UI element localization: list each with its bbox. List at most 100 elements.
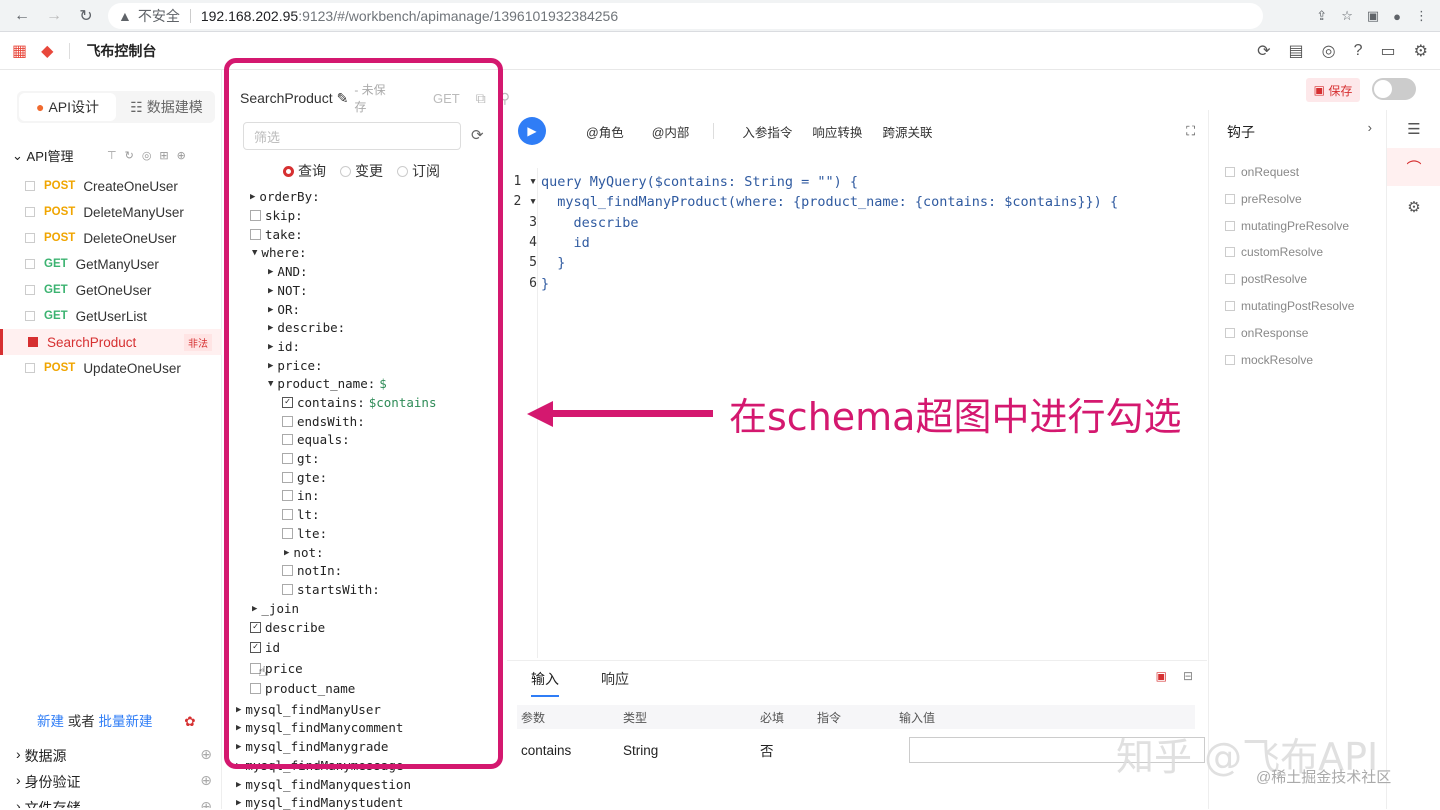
internal-button[interactable]: @内部 <box>652 122 690 141</box>
hook-label: onRequest <box>1241 165 1300 179</box>
col-directive: 指令 <box>817 710 842 725</box>
param-name: contains <box>521 742 572 758</box>
chevron-right-icon: › <box>16 772 21 788</box>
hook-label: postResolve <box>1241 272 1308 287</box>
clear-icon[interactable]: ▣ <box>1156 669 1167 683</box>
share-icon[interactable]: ⇪ <box>1316 8 1327 24</box>
line-number: 5 <box>529 255 537 271</box>
tree-node-label: mysql_findManyquestion <box>245 777 411 792</box>
param-type: String <box>623 742 659 758</box>
hook-item[interactable]: preResolve <box>1225 192 1302 206</box>
hook-label: mutatingPostResolve <box>1241 299 1355 313</box>
code-line: describe <box>541 214 639 231</box>
tab-input[interactable]: 输入 <box>531 669 559 697</box>
param-required: 否 <box>760 744 774 759</box>
bottom-tabs: 输入 响应 <box>531 669 629 697</box>
more-icon[interactable]: ⋮ <box>1415 8 1428 24</box>
help-icon[interactable]: ? <box>1354 42 1363 60</box>
col-param: 参数 <box>521 710 546 725</box>
collapse-icon[interactable]: ⊟ <box>1183 669 1193 683</box>
file-section[interactable]: › 文件存储 ⊕ <box>16 798 212 808</box>
caret-right-icon[interactable]: ▶ <box>236 798 241 808</box>
bottom-panel: 输入 响应 ▣ ⊟ 参数 类型 必填 指令 输入值 contains Strin… <box>507 660 1207 809</box>
code-line: query MyQuery($contains: String = "") { <box>541 174 858 190</box>
hook-checkbox-icon <box>1225 327 1235 338</box>
hook-checkbox-icon <box>1225 220 1235 231</box>
auth-label: 身份验证 <box>24 774 81 790</box>
table-row: contains String 否 <box>517 737 1205 763</box>
github-icon[interactable]: ◎ <box>1322 41 1336 61</box>
tree-node[interactable]: ▶ mysql_findManyquestion <box>236 777 411 792</box>
chevron-right-icon: › <box>16 798 21 808</box>
hook-label: onResponse <box>1241 325 1309 340</box>
enable-toggle[interactable] <box>1372 78 1416 100</box>
hook-label: customResolve <box>1241 245 1324 260</box>
hook-checkbox-icon <box>1225 274 1235 285</box>
line-number: 4 <box>529 234 537 250</box>
caret-right-icon[interactable]: ▶ <box>236 780 241 790</box>
hook-item[interactable]: mockResolve <box>1225 353 1313 367</box>
sidebar-icon[interactable]: ▣ <box>1367 8 1379 24</box>
bookmark-star-icon[interactable]: ☆ <box>1341 8 1353 24</box>
arrow-head-icon <box>527 400 553 427</box>
code-line: } <box>541 255 566 272</box>
watermark-2: @稀土掘金技术社区 <box>1256 769 1392 786</box>
code-line: } <box>541 275 550 292</box>
arrow-line <box>553 410 713 417</box>
sync-icon[interactable]: ⟳ <box>1257 41 1270 61</box>
settings-icon[interactable]: ⚙ <box>1414 41 1428 61</box>
tab-response[interactable]: 响应 <box>601 669 629 697</box>
toggle-knob <box>1374 80 1392 98</box>
url-path: :9123/#/workbench/apimanage/139610193238… <box>298 8 619 24</box>
tree-node[interactable]: ▶ mysql_findManystudent <box>236 795 403 810</box>
auth-section[interactable]: › 身份验证 ⊕ <box>16 772 212 792</box>
hook-checkbox-icon <box>1225 301 1235 311</box>
toolbar-divider <box>713 123 715 139</box>
hooks-title: 钩子 <box>1227 124 1255 140</box>
cross-source-button[interactable]: 跨源关联 <box>882 122 932 141</box>
code-line: id <box>541 234 590 251</box>
add-auth-icon[interactable]: ⊕ <box>200 772 212 792</box>
datasource-section[interactable]: › 数据源 ⊕ <box>16 746 212 766</box>
response-transform-button[interactable]: 响应转换 <box>812 122 862 141</box>
hook-item[interactable]: onResponse <box>1225 326 1308 340</box>
rail-settings-icon[interactable]: ⚙ <box>1387 188 1440 226</box>
cursor-hand-icon: ☝ <box>258 663 267 679</box>
code-line: mysql_findManyProduct(where: {product_na… <box>541 194 1119 211</box>
col-required: 必填 <box>760 710 785 725</box>
run-icon[interactable]: ▶ <box>518 117 546 145</box>
hook-item[interactable]: postResolve <box>1225 272 1307 286</box>
hook-item[interactable]: mutatingPostResolve <box>1225 299 1354 313</box>
hook-item[interactable]: onRequest <box>1225 165 1299 179</box>
rail-hooks-icon[interactable]: ⌒ <box>1387 148 1440 186</box>
line-number: 6 <box>529 275 537 291</box>
role-button[interactable]: @角色 <box>586 122 624 141</box>
col-value: 输入值 <box>899 710 936 725</box>
add-datasource-icon[interactable]: ⊕ <box>200 746 212 766</box>
col-type: 类型 <box>623 710 648 725</box>
chevron-right-icon: › <box>16 746 21 762</box>
hooks-panel: 钩子 › onRequest preResolve mutatingPreResol… <box>1208 110 1386 809</box>
input-directive-button[interactable]: 入参指令 <box>742 122 792 141</box>
hook-label: mockResolve <box>1241 352 1314 367</box>
save-icon: ▣ <box>1313 83 1325 97</box>
hook-item[interactable]: mutatingPreResolve <box>1225 219 1349 233</box>
hook-label: mutatingPreResolve <box>1241 218 1350 233</box>
hook-checkbox-icon <box>1225 167 1235 177</box>
hook-item[interactable]: customResolve <box>1225 245 1323 259</box>
doc-icon[interactable]: ▤ <box>1289 41 1304 61</box>
line-number: 3 <box>529 214 537 230</box>
fullscreen-icon[interactable]: ⛶ <box>1186 124 1195 139</box>
save-button[interactable]: ▣ 保存 <box>1306 78 1360 102</box>
profile-icon[interactable]: ● <box>1393 9 1401 24</box>
add-file-icon[interactable]: ⊕ <box>200 798 212 808</box>
params-table-header: 参数 类型 必填 指令 输入值 <box>517 705 1195 729</box>
message-icon[interactable]: ▭ <box>1381 41 1396 61</box>
tree-node-label: mysql_findManystudent <box>245 795 404 810</box>
rail-schema-icon[interactable]: ☰ <box>1387 110 1440 148</box>
chevron-right-icon[interactable]: › <box>1368 120 1372 135</box>
right-rail: ☰ ⌒ ⚙ <box>1386 110 1440 809</box>
save-label: 保存 <box>1328 83 1353 98</box>
hook-checkbox-icon <box>1225 193 1235 204</box>
line-number: 1 ▾ <box>513 174 537 189</box>
